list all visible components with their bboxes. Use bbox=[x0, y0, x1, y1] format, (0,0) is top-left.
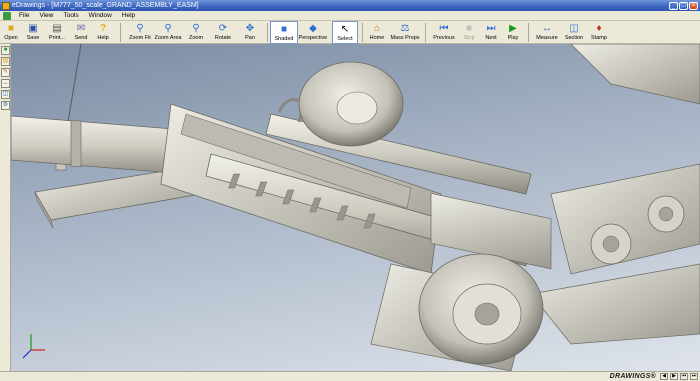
shaded-button[interactable]: ■ Shaded bbox=[270, 21, 298, 44]
play-button[interactable]: ▶ Play bbox=[502, 21, 524, 44]
lower-wheel bbox=[418, 253, 544, 365]
measure-tab-icon[interactable]: ↔ bbox=[1, 79, 10, 88]
menu-window[interactable]: Window bbox=[84, 12, 117, 19]
shaded-icon: ■ bbox=[280, 24, 288, 35]
menu-bar: File View Tools Window Help bbox=[0, 11, 700, 21]
left-panel-tabs: ■ ▤ ✎ ↔ ◫ ⚙ bbox=[0, 44, 11, 371]
previous-button[interactable]: ⏮ Previous bbox=[430, 21, 458, 44]
select-arrow-icon: ↖ bbox=[340, 24, 350, 35]
next-button[interactable]: ⏭ Next bbox=[480, 21, 502, 44]
home-icon: ⌂ bbox=[373, 23, 381, 34]
zoom-fit-icon: ⚲ bbox=[136, 23, 144, 34]
mass-props-icon: ⚖ bbox=[400, 23, 410, 34]
send-button[interactable]: ✉ Send bbox=[70, 21, 92, 44]
open-button[interactable]: ■ Open bbox=[0, 21, 22, 44]
measure-icon: ↔ bbox=[542, 23, 552, 34]
pan-button[interactable]: ✥ Pan bbox=[237, 21, 263, 44]
3d-viewport[interactable] bbox=[11, 44, 700, 371]
print-icon: ▤ bbox=[52, 23, 62, 34]
last-sheet-icon[interactable]: ⏭ bbox=[690, 373, 698, 380]
title-bar: eDrawings - [M777_50_scale_GRAND_ASSEMBL… bbox=[0, 0, 700, 11]
pan-icon: ✥ bbox=[245, 23, 255, 34]
zoom-area-button[interactable]: ⚲ Zoom Area bbox=[153, 21, 183, 44]
markup-tab-icon[interactable]: ✎ bbox=[1, 68, 10, 77]
toolbar-separator bbox=[267, 23, 268, 42]
play-icon: ▶ bbox=[509, 23, 517, 34]
toolbar-separator bbox=[425, 23, 426, 42]
minimize-button[interactable]: _ bbox=[669, 1, 678, 10]
menu-view[interactable]: View bbox=[34, 12, 58, 19]
edrawings-logo: DRAWINGS® bbox=[609, 373, 656, 380]
perspective-button[interactable]: ◆ Perspective bbox=[298, 21, 328, 44]
zoom-fit-button[interactable]: ⚲ Zoom Fit bbox=[127, 21, 153, 44]
print-button[interactable]: ▤ Print... bbox=[44, 21, 70, 44]
first-sheet-icon[interactable]: ⏮ bbox=[680, 373, 688, 380]
next-sheet-icon[interactable]: ▶ bbox=[670, 373, 678, 380]
zoom-area-icon: ⚲ bbox=[164, 23, 172, 34]
stamp-icon: ♦ bbox=[596, 23, 602, 34]
stop-icon: ■ bbox=[465, 23, 473, 34]
menu-tools[interactable]: Tools bbox=[58, 12, 83, 19]
mass-props-button[interactable]: ⚖ Mass Props bbox=[389, 21, 421, 44]
properties-tab-icon[interactable]: ⚙ bbox=[1, 101, 10, 110]
maximize-button[interactable]: □ bbox=[679, 1, 688, 10]
toolbar-separator bbox=[362, 23, 363, 42]
measure-button[interactable]: ↔ Measure bbox=[533, 21, 561, 44]
app-icon bbox=[2, 1, 10, 10]
section-button[interactable]: ◫ Section bbox=[561, 21, 587, 44]
stamp-button[interactable]: ♦ Stamp bbox=[587, 21, 611, 44]
zoom-icon: ⚲ bbox=[192, 23, 200, 34]
document-icon[interactable] bbox=[3, 11, 11, 20]
prev-sheet-icon[interactable]: ◀ bbox=[660, 373, 668, 380]
next-icon: ⏭ bbox=[486, 23, 496, 34]
axis-triad bbox=[22, 334, 45, 359]
help-button[interactable]: ? Help bbox=[92, 21, 114, 44]
send-icon: ✉ bbox=[76, 23, 86, 34]
rotate-button[interactable]: ⟳ Rotate bbox=[209, 21, 237, 44]
help-icon: ? bbox=[99, 23, 107, 34]
upper-wheel bbox=[298, 61, 404, 147]
select-button[interactable]: ↖ Select bbox=[332, 21, 358, 44]
perspective-icon: ◆ bbox=[309, 23, 317, 34]
zoom-button[interactable]: ⚲ Zoom bbox=[183, 21, 209, 44]
save-button[interactable]: ▣ Save bbox=[22, 21, 44, 44]
section-icon: ◫ bbox=[569, 23, 579, 34]
window-title: eDrawings - [M777_50_scale_GRAND_ASSEMBL… bbox=[12, 2, 199, 9]
model-render[interactable] bbox=[11, 44, 700, 371]
rotate-icon: ⟳ bbox=[218, 23, 228, 34]
folder-open-icon: ■ bbox=[7, 23, 15, 34]
status-bar: DRAWINGS® ◀ ▶ ⏮ ⏭ bbox=[0, 371, 700, 381]
menu-file[interactable]: File bbox=[14, 12, 34, 19]
close-button[interactable]: × bbox=[689, 1, 698, 10]
toolbar-separator bbox=[528, 23, 529, 42]
components-tab-icon[interactable]: ■ bbox=[1, 46, 10, 55]
menu-help[interactable]: Help bbox=[117, 12, 140, 19]
section-tab-icon[interactable]: ◫ bbox=[1, 90, 10, 99]
save-icon: ▣ bbox=[28, 23, 38, 34]
home-button[interactable]: ⌂ Home bbox=[365, 21, 389, 44]
main-toolbar: ■ Open ▣ Save ▤ Print... ✉ Send ? Help ⚲… bbox=[0, 21, 700, 44]
sheets-tab-icon[interactable]: ▤ bbox=[1, 57, 10, 66]
previous-icon: ⏮ bbox=[439, 23, 449, 34]
stop-button[interactable]: ■ Stop bbox=[458, 21, 480, 44]
toolbar-separator bbox=[120, 23, 121, 42]
